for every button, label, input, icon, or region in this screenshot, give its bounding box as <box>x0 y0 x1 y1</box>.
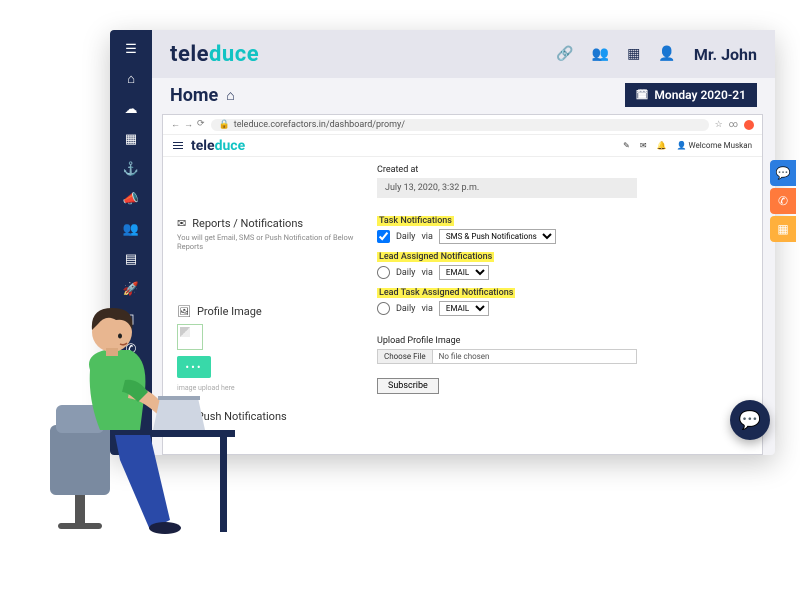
url-text: teleduce.corefactors.in/dashboard/promy/ <box>234 120 405 130</box>
group-title: Task Notifications <box>377 216 454 226</box>
freq-label: Daily <box>396 268 415 278</box>
brand-right: duce <box>215 138 246 154</box>
date-badge[interactable]: Monday 2020-21 <box>625 83 757 107</box>
inner-topbar-actions: ✎ ✉ 🔔 👤 Welcome Muskan <box>623 141 752 150</box>
side-tab-call[interactable]: ✆ <box>770 188 796 214</box>
bookmark-icon[interactable]: ☆ <box>715 120 723 130</box>
upload-label: Upload Profile Image <box>377 336 748 346</box>
lead-task-assigned-group: Lead Task Assigned Notifications Daily v… <box>377 288 748 316</box>
notification-dot[interactable] <box>744 120 754 130</box>
leadtask-daily-radio[interactable] <box>377 302 390 315</box>
tree-icon[interactable]: ⚓ <box>123 161 139 177</box>
settings-body: ✉ Reports / Notifications You will get E… <box>163 157 762 454</box>
created-at-value: July 13, 2020, 3:32 p.m. <box>377 178 637 198</box>
brand-logo: teleduce <box>170 42 259 67</box>
via-label: via <box>421 232 432 242</box>
reload-icon[interactable]: ⟳ <box>197 119 205 130</box>
date-text: Monday 2020-21 <box>654 88 746 102</box>
envelope-icon: ✉ <box>177 217 186 230</box>
inbox-icon[interactable]: ✉ <box>640 141 647 150</box>
infinity-icon[interactable]: ∞ <box>729 120 738 130</box>
apps-icon[interactable]: ▦ <box>627 46 640 62</box>
file-input[interactable]: Choose File No file chosen <box>377 349 637 364</box>
task-notifications-group: Task Notifications Daily via SMS & Push … <box>377 216 748 244</box>
nav-arrows: ← → ⟳ <box>171 119 205 130</box>
person-illustration <box>20 280 250 540</box>
chat-fab-button[interactable]: 💬 <box>730 400 770 440</box>
no-file-text: No file chosen <box>433 350 496 363</box>
group-title: Lead Assigned Notifications <box>377 252 494 262</box>
megaphone-icon[interactable]: 📣 <box>123 191 139 207</box>
choose-file-button[interactable]: Choose File <box>378 350 433 363</box>
side-tab-apps[interactable]: ▦ <box>770 216 796 242</box>
group-title: Lead Task Assigned Notifications <box>377 288 515 298</box>
users-icon[interactable]: 👥 <box>123 221 139 237</box>
brand-left: tele <box>191 138 215 154</box>
lead-method-select[interactable]: EMAIL <box>439 265 489 280</box>
embedded-browser: ← → ⟳ 🔒 teleduce.corefactors.in/dashboar… <box>162 114 763 455</box>
leadtask-method-select[interactable]: EMAIL <box>439 301 489 316</box>
calendar-icon[interactable]: ▦ <box>123 131 139 147</box>
right-column: Created at July 13, 2020, 3:32 p.m. Task… <box>377 165 748 444</box>
via-label: via <box>421 268 432 278</box>
subscribe-button[interactable]: Subscribe <box>377 378 439 394</box>
forward-icon[interactable]: → <box>184 119 193 130</box>
alert-icon[interactable]: 🔔 <box>657 141 667 150</box>
home-icon[interactable]: ⌂ <box>226 87 234 104</box>
topbar: teleduce 🔗 👥 ▦ 👤 Mr. John <box>152 30 775 78</box>
page-title-text: Home <box>170 85 218 106</box>
freq-label: Daily <box>396 304 415 314</box>
lead-assigned-group: Lead Assigned Notifications Daily via EM… <box>377 252 748 280</box>
menu-icon[interactable]: ☰ <box>123 41 139 57</box>
link-icon[interactable]: 🔗 <box>556 46 573 62</box>
address-field[interactable]: 🔒 teleduce.corefactors.in/dashboard/prom… <box>211 119 709 131</box>
page-title: Home ⌂ <box>170 85 235 106</box>
user-name[interactable]: Mr. John <box>694 45 757 64</box>
lead-daily-radio[interactable] <box>377 266 390 279</box>
topbar-actions: 🔗 👥 ▦ 👤 Mr. John <box>556 45 757 64</box>
grid-icon[interactable]: ▤ <box>123 251 139 267</box>
users-icon[interactable]: 👥 <box>592 46 609 62</box>
cloud-icon[interactable]: ☁ <box>123 101 139 117</box>
inner-topbar: teleduce ✎ ✉ 🔔 👤 Welcome Muskan <box>163 135 762 157</box>
side-tab-chat[interactable]: 💬 <box>770 160 796 186</box>
back-icon[interactable]: ← <box>171 119 180 130</box>
reports-heading: ✉ Reports / Notifications <box>177 217 367 230</box>
hamburger-icon[interactable] <box>173 142 183 150</box>
task-daily-checkbox[interactable] <box>377 230 390 243</box>
home-icon[interactable]: ⌂ <box>123 71 139 87</box>
welcome-user[interactable]: 👤 Welcome Muskan <box>677 141 752 150</box>
created-at-label: Created at <box>377 165 748 175</box>
breadcrumb-bar: Home ⌂ Monday 2020-21 <box>152 78 775 112</box>
floating-side-tabs: 💬 ✆ ▦ <box>770 160 796 242</box>
reports-subtext: You will get Email, SMS or Push Notifica… <box>177 233 367 251</box>
user-icon[interactable]: 👤 <box>658 46 675 62</box>
task-method-select[interactable]: SMS & Push Notifications <box>439 229 556 244</box>
url-bar: ← → ⟳ 🔒 teleduce.corefactors.in/dashboar… <box>163 115 762 135</box>
brand-right: duce <box>209 42 259 67</box>
brand-left: tele <box>170 42 209 67</box>
via-label: via <box>421 304 432 314</box>
lock-icon: 🔒 <box>219 120 230 130</box>
compose-icon[interactable]: ✎ <box>623 141 630 150</box>
freq-label: Daily <box>396 232 415 242</box>
inner-brand: teleduce <box>191 138 245 154</box>
